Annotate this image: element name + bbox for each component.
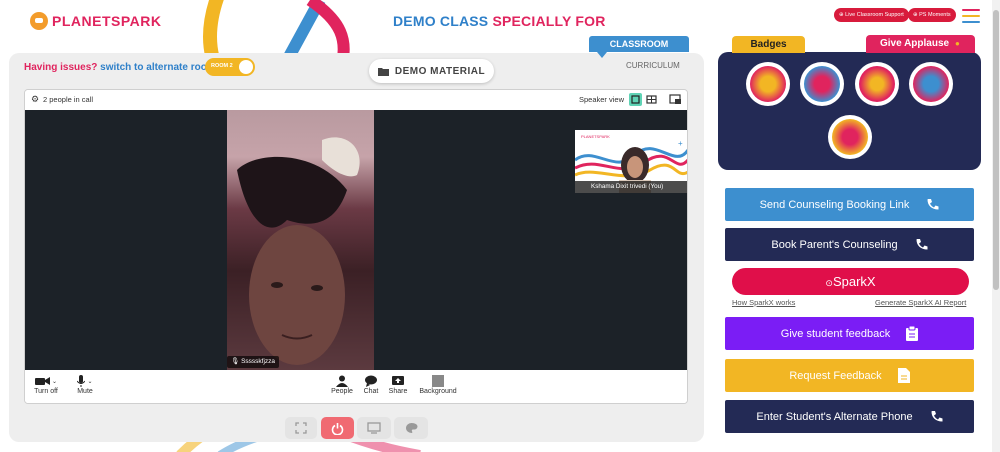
microphone-icon xyxy=(77,375,86,387)
switch-room-link[interactable]: switch to alternate room xyxy=(100,62,216,73)
video-stage: PLANETSPARK + Kshama Dixit trivedi (You) xyxy=(25,110,687,370)
people-button[interactable]: People xyxy=(330,374,354,395)
leave-call-button[interactable] xyxy=(321,417,354,439)
palette-icon xyxy=(405,423,417,433)
menu-icon[interactable] xyxy=(962,9,980,23)
room-toggle[interactable]: ROOM 2 xyxy=(205,58,255,76)
camera-icon xyxy=(34,377,50,385)
page-title: DEMO CLASS SPECIALLY FOR xyxy=(393,13,606,29)
palette-button[interactable] xyxy=(394,417,428,439)
how-sparkx-works-link[interactable]: How SparkX works xyxy=(732,298,795,307)
robot-logo-icon xyxy=(30,12,48,30)
mute-button[interactable]: ⌄ Mute xyxy=(75,374,95,395)
svg-text:PLANETSPARK: PLANETSPARK xyxy=(581,134,610,139)
share-screen-icon xyxy=(392,376,404,385)
badge-star-icon[interactable] xyxy=(855,62,899,106)
logo-text: PLANETSPARK xyxy=(52,13,162,29)
share-button[interactable]: Share xyxy=(387,374,409,395)
main-participant-video xyxy=(227,110,374,370)
call-controls: ⌄ Turn off ⌄ Mute People Chat Share Back… xyxy=(25,370,687,403)
tab-classroom[interactable]: CLASSROOM xyxy=(589,36,689,52)
document-icon xyxy=(897,368,910,383)
clap-icon: ● xyxy=(955,39,960,48)
video-call-frame: ⚙ 2 people in call Speaker view PLANETSP… xyxy=(24,89,688,404)
fullscreen-button[interactable] xyxy=(285,417,317,439)
mic-icon: 🎙 xyxy=(231,358,240,365)
participant-name-tag: 🎙 Ssssskfjzza xyxy=(227,356,280,368)
svg-text:+: + xyxy=(678,139,683,148)
folder-icon xyxy=(377,67,389,76)
pip-toggle-icon[interactable] xyxy=(669,93,682,106)
tab-give-applause[interactable]: Give Applause ● xyxy=(866,35,975,53)
demo-classroom-page: PLANETSPARK DEMO CLASS SPECIALLY FOR ⊕ L… xyxy=(0,0,1000,452)
camera-toggle-button[interactable]: ⌄ Turn off xyxy=(33,374,59,395)
send-counseling-link-button[interactable]: Send Counseling Booking Link xyxy=(725,188,974,221)
badge-hands-icon[interactable] xyxy=(800,62,844,106)
generate-sparkx-report-link[interactable]: Generate SparkX AI Report xyxy=(875,298,966,307)
sparkx-button[interactable]: ⊙SparkX xyxy=(732,268,969,295)
plus-icon: ⊕ xyxy=(913,12,918,18)
power-icon xyxy=(331,422,344,435)
phone-icon xyxy=(927,198,939,209)
monitor-icon xyxy=(367,422,381,434)
demo-material-button[interactable]: DEMO MATERIAL xyxy=(369,59,494,83)
plus-icon: ⊕ xyxy=(839,12,844,18)
enter-alternate-phone-button[interactable]: Enter Student's Alternate Phone xyxy=(725,400,974,433)
planetspark-logo: PLANETSPARK xyxy=(30,12,161,30)
gear-icon[interactable]: ⚙ xyxy=(31,95,39,104)
phone-icon xyxy=(916,238,928,249)
badge-robot-icon[interactable] xyxy=(828,115,872,159)
grid-view-icon[interactable] xyxy=(645,93,658,106)
fullscreen-icon xyxy=(295,422,307,434)
request-feedback-button[interactable]: Request Feedback xyxy=(725,359,974,392)
call-header: ⚙ 2 people in call Speaker view xyxy=(25,90,687,110)
live-classroom-support-button[interactable]: ⊕ Live Classroom Support xyxy=(834,8,909,22)
participant-face-image xyxy=(237,137,360,365)
chat-icon xyxy=(365,375,377,387)
chat-button[interactable]: Chat xyxy=(362,374,380,395)
screen-button[interactable] xyxy=(357,417,391,439)
background-icon xyxy=(432,375,444,387)
self-name-tag: Kshama Dixit trivedi (You) xyxy=(575,181,687,193)
alternate-room-prompt: Having issues? switch to alternate room xyxy=(24,62,216,73)
background-button[interactable]: Background xyxy=(416,374,460,395)
badge-lightbulb-icon[interactable] xyxy=(909,62,953,106)
phone-icon xyxy=(931,410,943,421)
ps-moments-button[interactable]: ⊕ PS Moments xyxy=(908,8,956,22)
tab-badges[interactable]: Badges xyxy=(732,36,805,53)
sparkx-logo-icon: ⊙ xyxy=(825,278,833,288)
speaker-view-icon[interactable] xyxy=(629,93,642,106)
clipboard-icon xyxy=(906,326,919,341)
tab-curriculum[interactable]: CURRICULUM xyxy=(626,61,680,70)
people-count: 2 people in call xyxy=(43,95,94,104)
book-parents-counseling-button[interactable]: Book Parent's Counseling xyxy=(725,228,974,261)
page-scrollbar[interactable] xyxy=(992,0,1000,452)
person-icon xyxy=(336,375,348,387)
badge-trophy-icon[interactable] xyxy=(746,62,790,106)
self-view-video: PLANETSPARK + Kshama Dixit trivedi (You) xyxy=(575,130,687,193)
speaker-view-label: Speaker view xyxy=(579,95,625,104)
give-student-feedback-button[interactable]: Give student feedback xyxy=(725,317,974,350)
